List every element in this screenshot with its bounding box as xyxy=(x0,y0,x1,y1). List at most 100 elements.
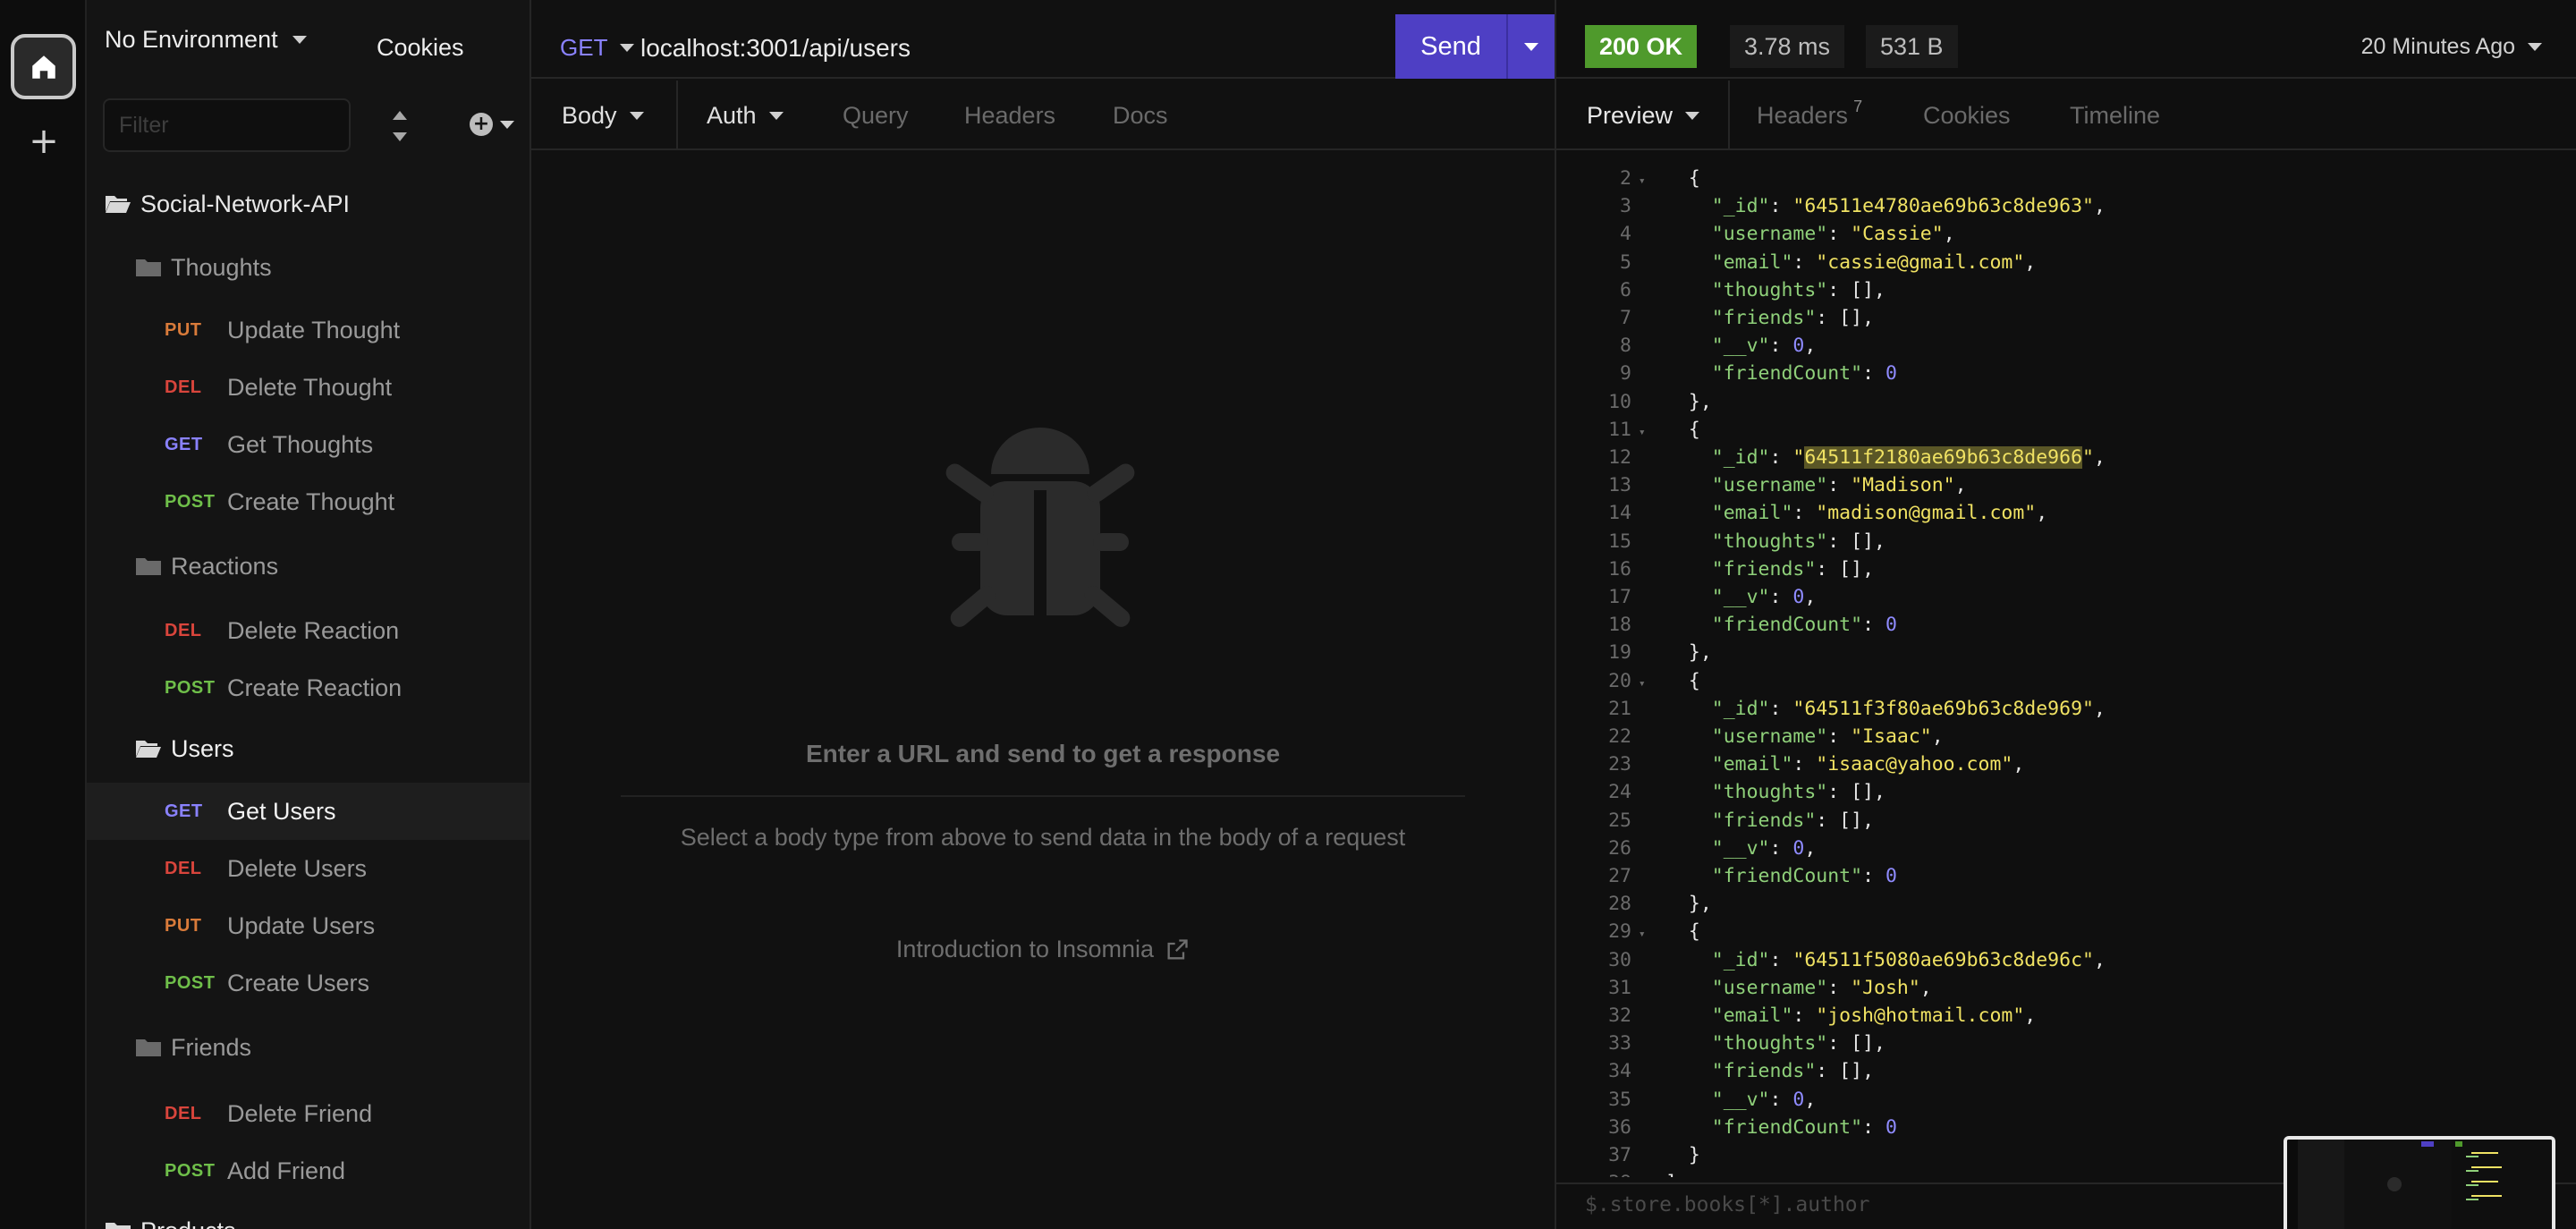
add-project-icon[interactable]: + xyxy=(28,123,60,159)
tab-auth-label: Auth xyxy=(707,102,757,129)
response-tabs: Preview Headers 7 Cookies Timeline xyxy=(1556,81,2576,150)
line-number: 35 xyxy=(1608,1088,1631,1111)
line-number: 10 xyxy=(1608,390,1631,413)
method-badge: PUT xyxy=(165,319,202,340)
home-button[interactable] xyxy=(11,34,76,99)
line-number: 21 xyxy=(1608,697,1631,720)
request-pane: GET localhost:3001/api/users Send Body A… xyxy=(531,0,1555,1229)
line-number: 15 xyxy=(1608,530,1631,553)
request-item-add-friend[interactable]: POST Add Friend xyxy=(87,1142,530,1199)
code-line: 15 "thoughts": [], xyxy=(1556,528,2576,555)
code-line: 21 "_id": "64511f3f80ae69b63c8de969", xyxy=(1556,695,2576,723)
sort-icon[interactable] xyxy=(389,109,411,143)
request-item-create-reaction[interactable]: POST Create Reaction xyxy=(87,659,530,716)
line-number: 2 xyxy=(1620,167,1631,190)
tab-docs[interactable]: Docs xyxy=(1113,102,1168,130)
line-number: 34 xyxy=(1608,1060,1631,1083)
folder-icon xyxy=(136,558,161,575)
fold-toggle-icon[interactable]: ▾ xyxy=(1631,167,1646,195)
folder-social-network-api[interactable]: Social-Network-API xyxy=(87,175,530,233)
method-selector[interactable]: GET xyxy=(560,34,635,62)
folder-thoughts[interactable]: Thoughts xyxy=(87,239,530,296)
code-line: 23 "email": "isaac@yahoo.com", xyxy=(1556,750,2576,778)
folder-label: Social-Network-API xyxy=(140,190,351,217)
code-line: 29 ▾ { xyxy=(1556,918,2576,945)
environment-selector[interactable]: No Environment xyxy=(105,26,307,54)
chevron-down-icon xyxy=(1524,42,1538,51)
tab-timeline[interactable]: Timeline xyxy=(2070,102,2160,130)
code-line: 28 }, xyxy=(1556,890,2576,918)
code-line: 13 "username": "Madison", xyxy=(1556,471,2576,499)
request-label: Add Friend xyxy=(227,1157,346,1184)
request-label: Delete Friend xyxy=(227,1099,373,1127)
line-number: 25 xyxy=(1608,809,1631,832)
method-badge: DEL xyxy=(165,858,202,878)
request-item-create-thought[interactable]: POST Create Thought xyxy=(87,473,530,530)
folder-open-icon xyxy=(106,196,131,213)
response-body-viewer[interactable]: 2 ▾ {3 "_id": "64511e4780ae69b63c8de963"… xyxy=(1556,150,2576,1177)
request-item-delete-reaction[interactable]: DEL Delete Reaction xyxy=(87,602,530,659)
response-time: 3.78 ms xyxy=(1730,25,1845,68)
request-item-update-thought[interactable]: PUT Update Thought xyxy=(87,301,530,359)
tab-body[interactable]: Body xyxy=(562,102,644,130)
code-line: 18 "friendCount": 0 xyxy=(1556,611,2576,639)
code-line: 24 "thoughts": [], xyxy=(1556,778,2576,806)
folder-label: Friends xyxy=(171,1033,252,1061)
request-item-delete-users[interactable]: DEL Delete Users xyxy=(87,840,530,897)
fold-toggle-icon[interactable]: ▾ xyxy=(1631,920,1646,948)
folder-icon xyxy=(136,1039,161,1056)
response-history-selector[interactable]: 20 Minutes Ago xyxy=(2361,34,2542,60)
response-filter-input[interactable]: $.store.books[*].author xyxy=(1585,1193,1870,1216)
tab-query[interactable]: Query xyxy=(843,102,909,130)
chevron-down-icon xyxy=(768,112,784,120)
headers-count-badge: 7 xyxy=(1853,97,1863,115)
chevron-down-icon xyxy=(2528,43,2542,51)
code-line: 34 "friends": [], xyxy=(1556,1057,2576,1085)
line-number: 8 xyxy=(1620,335,1631,358)
line-number: 36 xyxy=(1608,1115,1631,1139)
chevron-down-icon xyxy=(629,112,644,120)
line-number: 14 xyxy=(1608,502,1631,525)
url-input[interactable]: localhost:3001/api/users xyxy=(640,34,911,63)
request-label: Delete Thought xyxy=(227,373,393,401)
code-line: 11 ▾ { xyxy=(1556,416,2576,444)
line-number: 7 xyxy=(1620,307,1631,329)
chevron-down-icon xyxy=(1685,112,1700,120)
response-pane: 200 OK 3.78 ms 531 B 20 Minutes Ago Prev… xyxy=(1555,0,2576,1229)
request-item-get-thoughts[interactable]: GET Get Thoughts xyxy=(87,416,530,473)
filter-input[interactable] xyxy=(103,98,351,152)
fold-toggle-icon[interactable]: ▾ xyxy=(1631,419,1646,446)
line-number: 17 xyxy=(1608,586,1631,608)
folder-open-icon xyxy=(136,741,161,758)
send-button[interactable]: Send xyxy=(1395,14,1506,79)
tab-preview[interactable]: Preview xyxy=(1587,102,1700,130)
request-label: Create Reaction xyxy=(227,674,402,701)
send-options-button[interactable] xyxy=(1506,14,1555,79)
code-line: 33 "thoughts": [], xyxy=(1556,1030,2576,1057)
folder-products[interactable]: Products xyxy=(87,1202,530,1229)
tab-response-cookies[interactable]: Cookies xyxy=(1923,102,2011,130)
code-line: 10 }, xyxy=(1556,388,2576,416)
line-number: 3 xyxy=(1620,195,1631,218)
code-line: 31 "username": "Josh", xyxy=(1556,974,2576,1002)
method-badge: DEL xyxy=(165,377,202,397)
request-item-delete-friend[interactable]: DEL Delete Friend xyxy=(87,1085,530,1142)
folder-friends[interactable]: Friends xyxy=(87,1019,530,1076)
request-label: Delete Reaction xyxy=(227,616,400,644)
request-item-delete-thought[interactable]: DEL Delete Thought xyxy=(87,359,530,416)
folder-reactions[interactable]: Reactions xyxy=(87,538,530,595)
introduction-link[interactable]: Introduction to Insomnia xyxy=(531,936,1555,963)
tab-response-headers[interactable]: Headers 7 xyxy=(1757,97,1862,130)
create-menu-button[interactable]: + xyxy=(470,113,514,136)
cookies-button[interactable]: Cookies xyxy=(377,34,464,62)
chevron-down-icon xyxy=(500,120,514,129)
request-item-create-users[interactable]: POST Create Users xyxy=(87,954,530,1012)
folder-users[interactable]: Users xyxy=(87,720,530,777)
tab-headers[interactable]: Headers xyxy=(964,102,1055,130)
method-badge: POST xyxy=(165,491,216,512)
sidebar: No Environment Cookies + Social-Network-… xyxy=(87,0,531,1229)
tab-auth[interactable]: Auth xyxy=(707,102,784,130)
request-item-get-users[interactable]: GET Get Users xyxy=(87,783,530,840)
fold-toggle-icon[interactable]: ▾ xyxy=(1631,670,1646,698)
request-item-update-users[interactable]: PUT Update Users xyxy=(87,897,530,954)
